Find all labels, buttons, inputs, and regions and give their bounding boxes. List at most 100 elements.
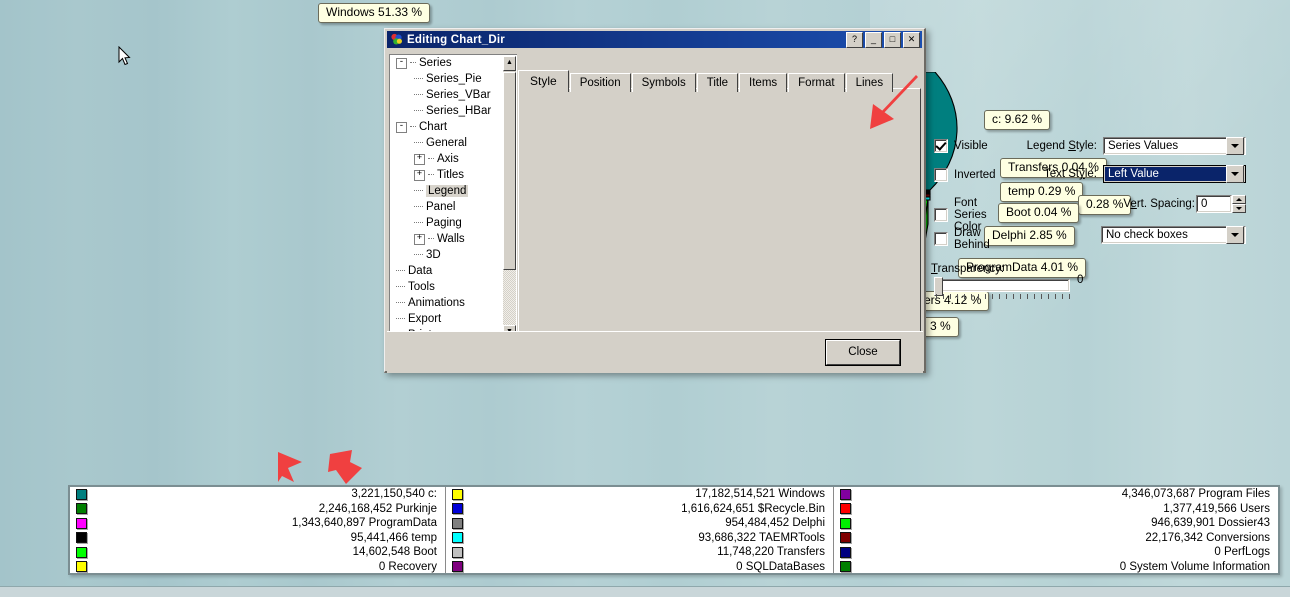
tab-lines[interactable]: Lines (845, 73, 894, 92)
tree-item-label: Walls (437, 233, 465, 245)
tree-item-animations[interactable]: Animations (390, 295, 503, 311)
checkbox-draw-behind[interactable]: Draw Behind (934, 227, 990, 251)
tree-item-general[interactable]: General (390, 135, 503, 151)
legend-color-swatch (76, 561, 87, 573)
tree-scrollbar[interactable]: ▲ ▼ (503, 56, 516, 340)
dialog-titlebar[interactable]: Editing Chart_Dir ? _ □ ✕ (387, 31, 922, 48)
minimize-button[interactable]: _ (865, 31, 882, 48)
legend-item[interactable]: 95,441,466 temp (70, 531, 445, 546)
tab-position[interactable]: Position (569, 73, 631, 92)
legend-item[interactable]: 93,686,322 TAEMRTools (446, 531, 833, 546)
tree-item-axis[interactable]: + Axis (390, 151, 503, 167)
chevron-down-icon (1231, 144, 1239, 148)
text-style-combo[interactable]: Left Value (1103, 165, 1246, 183)
collapse-icon[interactable]: - (396, 57, 407, 69)
checkbox-visible-box[interactable] (934, 139, 948, 153)
legend-item[interactable]: 0 Recovery (70, 560, 445, 575)
tree-item-walls[interactable]: + Walls (390, 231, 503, 247)
check-boxes-dropdown-button[interactable] (1226, 226, 1244, 244)
tab-style[interactable]: Style (518, 70, 569, 92)
vert-spacing-decrement[interactable] (1232, 204, 1246, 213)
tab-symbols[interactable]: Symbols (631, 73, 696, 92)
vert-spacing-stepper[interactable] (1232, 195, 1246, 213)
callout-windows: Windows 51.33 % (318, 3, 431, 23)
checkbox-font-series-color-box[interactable] (934, 208, 948, 222)
close-dialog-button[interactable]: Close (825, 339, 901, 366)
transparency-slider-track[interactable] (934, 279, 1070, 292)
expand-icon[interactable]: + (414, 233, 425, 245)
tree-item-chart[interactable]: - Chart (390, 119, 503, 135)
settings-tree[interactable]: - Series Series_Pie Series_VBar Series_HBar -… (389, 54, 517, 342)
vert-spacing-input[interactable]: 0 (1196, 195, 1232, 213)
vert-spacing-increment[interactable] (1232, 195, 1246, 204)
legend-column-1: 3,221,150,540 c: 2,246,168,452 Purkinje 1,… (70, 487, 445, 573)
checkbox-inverted-box[interactable] (934, 168, 948, 182)
tree-item-series-hbar[interactable]: Series_HBar (390, 103, 503, 119)
legend-item[interactable]: 1,343,640,897 ProgramData (70, 516, 445, 531)
tree-item-titles[interactable]: + Titles (390, 167, 503, 183)
legend-color-swatch (840, 517, 851, 529)
legend-item[interactable]: 954,484,452 Delphi (446, 516, 833, 531)
legend-item[interactable]: 3,221,150,540 c: (70, 487, 445, 502)
tree-item-label: Export (408, 313, 442, 325)
tree-item-data[interactable]: Data (390, 263, 503, 279)
tree-connector (414, 206, 423, 208)
legend-item[interactable]: 1,616,624,651 $Recycle.Bin (446, 502, 833, 517)
tree-item-tools[interactable]: Tools (390, 279, 503, 295)
checkbox-draw-behind-box[interactable] (934, 232, 948, 246)
scroll-track[interactable] (503, 270, 516, 325)
tab-title[interactable]: Title (696, 73, 739, 92)
legend-column-3: 4,346,073,687 Program Files 1,377,419,566… (833, 487, 1278, 573)
tree-item-legend[interactable]: Legend (390, 183, 503, 199)
legend-item[interactable]: 4,346,073,687 Program Files (834, 487, 1278, 502)
arrow-legend-col1-a (278, 452, 302, 482)
maximize-button[interactable]: □ (884, 31, 901, 48)
tab-strip: Style Position Symbols Title Items Format Line… (518, 70, 894, 92)
tree-item-series-pie[interactable]: Series_Pie (390, 71, 503, 87)
tree-connector (396, 302, 405, 304)
help-button[interactable]: ? (846, 31, 863, 48)
collapse-icon[interactable]: - (396, 121, 407, 133)
checkbox-visible[interactable]: Visible (934, 139, 988, 153)
tree-item-label: Paging (426, 217, 462, 229)
checkbox-draw-behind-label: Draw Behind (954, 227, 990, 251)
check-boxes-combo[interactable]: No check boxes (1101, 226, 1246, 244)
legend-item[interactable]: 11,748,220 Transfers (446, 545, 833, 560)
tree-item-panel[interactable]: Panel (390, 199, 503, 215)
legend-style-combo[interactable]: Series Values (1103, 137, 1246, 155)
tree-item-3d[interactable]: 3D (390, 247, 503, 263)
legend-item[interactable]: 946,639,901 Dossier43 (834, 516, 1278, 531)
window-bottom-strip (0, 586, 1290, 597)
expand-icon[interactable]: + (414, 153, 425, 165)
legend-item[interactable]: 22,176,342 Conversions (834, 531, 1278, 546)
scroll-up-button[interactable]: ▲ (503, 56, 516, 71)
legend-item-label: 3,221,150,540 c: (351, 488, 437, 501)
close-window-button[interactable]: ✕ (903, 31, 920, 48)
legend-item[interactable]: 14,602,548 Boot (70, 545, 445, 560)
tree-item-export[interactable]: Export (390, 311, 503, 327)
legend-item[interactable]: 0 PerfLogs (834, 545, 1278, 560)
tree-item-paging[interactable]: Paging (390, 215, 503, 231)
transparency-label: Transparency: (931, 263, 1005, 275)
chevron-down-icon (1231, 233, 1239, 237)
legend-item[interactable]: 17,182,514,521 Windows (446, 487, 833, 502)
scroll-thumb[interactable] (503, 72, 516, 270)
legend-style-dropdown-button[interactable] (1226, 137, 1244, 155)
tab-format[interactable]: Format (788, 73, 845, 92)
expand-icon[interactable]: + (414, 169, 425, 181)
tab-items[interactable]: Items (739, 73, 788, 92)
legend-item[interactable]: 0 System Volume Information (834, 560, 1278, 575)
text-style-dropdown-button[interactable] (1226, 165, 1244, 183)
dialog-title: Editing Chart_Dir (407, 33, 505, 46)
tree-item-series-vbar[interactable]: Series_VBar (390, 87, 503, 103)
legend-color-swatch (452, 546, 463, 558)
tree-connector (410, 126, 416, 128)
legend-item[interactable]: 1,377,419,566 Users (834, 502, 1278, 517)
legend-item[interactable]: 2,246,168,452 Purkinje (70, 502, 445, 517)
legend-item[interactable]: 0 SQLDataBases (446, 560, 833, 575)
chevron-down-icon (1236, 207, 1242, 210)
transparency-slider-ticks (936, 294, 1070, 299)
legend-item-label: 0 Recovery (378, 560, 437, 573)
tree-item-series[interactable]: - Series (390, 55, 503, 71)
tree-connector (414, 142, 423, 144)
